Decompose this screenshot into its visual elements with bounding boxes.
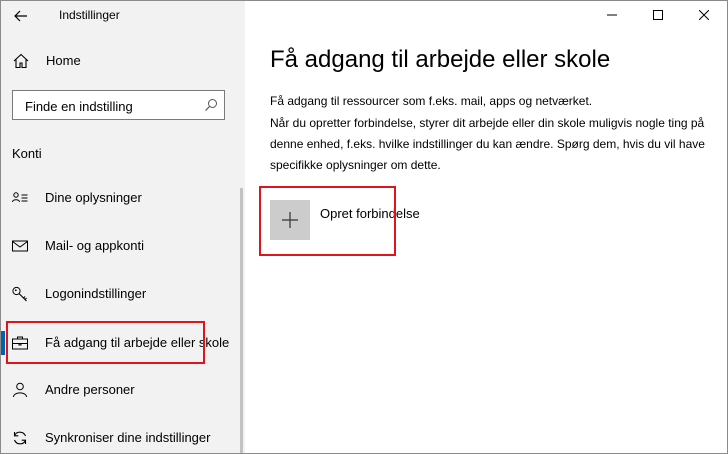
- app-title: Indstillinger: [59, 8, 120, 22]
- sidebar-item-label: Logonindstillinger: [45, 286, 147, 301]
- minimize-button[interactable]: [589, 1, 635, 29]
- person-icon: [13, 382, 27, 398]
- settings-window: Indstillinger Home Finde en indstilling …: [0, 0, 728, 454]
- section-header-accounts: Konti: [12, 146, 42, 161]
- close-button[interactable]: [681, 1, 727, 29]
- mail-icon: [12, 240, 28, 252]
- search-icon: [205, 99, 217, 111]
- minimize-icon: [607, 14, 617, 16]
- sync-icon: [13, 431, 27, 445]
- window-controls: [589, 1, 727, 29]
- briefcase-icon: [12, 336, 28, 350]
- connect-button[interactable]: Opret forbindelse: [270, 200, 420, 242]
- page-title: Få adgang til arbejde eller skole: [270, 46, 611, 73]
- maximize-button[interactable]: [635, 1, 681, 29]
- sidebar-item-label: Få adgang til arbejde eller skole: [45, 335, 230, 350]
- sidebar-item-home[interactable]: Home: [1, 45, 245, 77]
- sidebar-item-sync-settings[interactable]: Synkroniser dine indstillinger: [1, 420, 237, 453]
- plus-icon: [282, 212, 298, 228]
- sidebar-item-label: Mail- og appkonti: [45, 238, 144, 253]
- sidebar-item-your-info[interactable]: Dine oplysninger: [1, 180, 237, 216]
- search-input[interactable]: Finde en indstilling: [12, 90, 225, 120]
- connect-label: Opret forbindelse: [320, 206, 420, 221]
- sidebar: Indstillinger Home Finde en indstilling …: [1, 1, 245, 453]
- search-placeholder: Finde en indstilling: [25, 99, 133, 114]
- key-icon: [12, 286, 27, 302]
- sidebar-item-other-people[interactable]: Andre personer: [1, 372, 237, 408]
- person-card-icon: [12, 192, 28, 203]
- maximize-icon: [653, 10, 663, 20]
- description-line-2: Når du opretter forbindelse, styrer dit …: [270, 116, 705, 172]
- sidebar-item-label: Dine oplysninger: [45, 190, 142, 205]
- sidebar-scrollbar[interactable]: [240, 188, 243, 453]
- sidebar-item-label: Synkroniser dine indstillinger: [45, 430, 211, 445]
- home-icon: [13, 53, 29, 69]
- sidebar-item-label: Andre personer: [45, 382, 135, 397]
- close-icon: [699, 10, 709, 20]
- back-button[interactable]: [5, 3, 37, 29]
- selection-indicator: [1, 331, 5, 355]
- back-arrow-icon: [14, 10, 27, 22]
- sidebar-item-sign-in-options[interactable]: Logonindstillinger: [1, 276, 237, 312]
- connect-tile: [270, 200, 310, 240]
- sidebar-item-access-work-school[interactable]: Få adgang til arbejde eller skole: [1, 325, 237, 361]
- sidebar-item-mail-accounts[interactable]: Mail- og appkonti: [1, 228, 237, 264]
- home-label: Home: [46, 53, 81, 68]
- description-line-1: Få adgang til ressourcer som f.eks. mail…: [270, 94, 593, 108]
